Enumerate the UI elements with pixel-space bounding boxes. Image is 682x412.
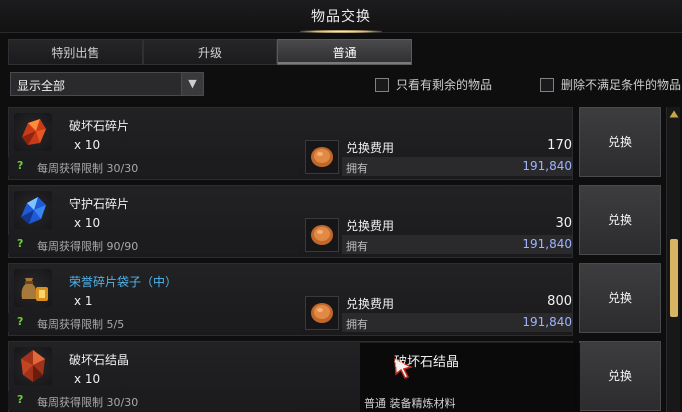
item-name: 破坏石碎片 [69, 119, 130, 133]
item-name: 守护石碎片 [69, 197, 130, 211]
red-crystal-fragment-icon [14, 113, 52, 151]
exchange-button[interactable]: 兑换 [579, 263, 661, 333]
item-tooltip: 破坏石结晶 普通 装备精炼材料 [360, 343, 580, 412]
owned-amount: 191,840 [522, 315, 572, 329]
exchange-button[interactable]: 兑换 [579, 185, 661, 255]
owned-amount: 191,840 [522, 237, 572, 251]
exchange-button[interactable]: 兑换 [579, 341, 661, 411]
owned-amount: 191,840 [522, 159, 572, 173]
weekly-limit: 每周获得限制 30/30 [37, 162, 139, 175]
owned-label: 拥有 [346, 162, 368, 175]
blue-crystal-fragment-icon [14, 191, 52, 229]
coin-currency-icon [305, 140, 339, 174]
item-quantity: x 10 [74, 138, 101, 152]
item-name: 破坏石结晶 [69, 353, 130, 367]
checkbox-box[interactable] [540, 77, 554, 92]
weekly-limit: 每周获得限制 5/5 [37, 318, 125, 331]
title-glow-decoration [300, 30, 382, 33]
exchange-cost-label: 兑换费用 [346, 297, 395, 311]
hide-unmet-checkbox[interactable]: 删除不满足条件的物品 [540, 76, 681, 93]
help-question-icon[interactable]: ? [17, 159, 23, 172]
display-filter-dropdown[interactable]: 显示全部 ▼ [10, 72, 204, 96]
exchange-cost: 170 [547, 138, 572, 153]
help-question-icon[interactable]: ? [17, 237, 23, 250]
tooltip-subtitle: 普通 装备精炼材料 [364, 397, 456, 410]
item-quantity: x 10 [74, 372, 101, 386]
coin-currency-icon [305, 296, 339, 330]
exchange-cost-label: 兑换费用 [346, 141, 395, 155]
help-question-icon[interactable]: ? [17, 393, 23, 406]
exchange-cost: 30 [555, 216, 572, 231]
tab-upgrade[interactable]: 升级 [142, 39, 278, 65]
list-item: 荣誉碎片袋子（中） x 1 ? 每周获得限制 5/5 兑换费用 800 拥有 1… [8, 263, 664, 336]
list-item: 破坏石碎片 x 10 ? 每周获得限制 30/30 兑换费用 170 拥有 19… [8, 107, 664, 180]
display-filter-value: 显示全部 [17, 79, 66, 93]
owned-label: 拥有 [346, 318, 368, 331]
list-scrollbar[interactable] [666, 107, 680, 412]
item-quantity: x 1 [74, 294, 93, 308]
tab-normal[interactable]: 普通 [277, 39, 413, 65]
window-title: 物品交换 [311, 9, 371, 25]
filter-bar: 显示全部 ▼ 只看有剩余的物品 删除不满足条件的物品 [8, 70, 682, 100]
weekly-limit: 每周获得限制 90/90 [37, 240, 139, 253]
scroll-up-arrow-icon[interactable] [669, 110, 679, 118]
item-name: 荣誉碎片袋子（中） [69, 275, 178, 289]
honor-shard-pouch-icon [14, 269, 52, 307]
checkbox-box[interactable] [375, 77, 389, 92]
tab-bar: 特别出售 升级 普通 [8, 39, 413, 65]
hide-unmet-label: 删除不满足条件的物品 [561, 78, 682, 92]
tooltip-title: 破坏石结晶 [394, 355, 460, 370]
help-question-icon[interactable]: ? [17, 315, 23, 328]
exchange-cost-label: 兑换费用 [346, 219, 395, 233]
exchange-button[interactable]: 兑换 [579, 107, 661, 177]
item-quantity: x 10 [74, 216, 101, 230]
remaining-only-label: 只看有剩余的物品 [396, 78, 493, 92]
weekly-limit: 每周获得限制 30/30 [37, 396, 139, 409]
scrollbar-thumb[interactable] [670, 239, 678, 317]
chevron-down-icon[interactable]: ▼ [181, 73, 203, 95]
remaining-only-checkbox[interactable]: 只看有剩余的物品 [375, 76, 492, 93]
tab-special-sale[interactable]: 特别出售 [8, 39, 143, 65]
window-title-bar: 物品交换 [0, 0, 682, 33]
red-crystal-icon [14, 347, 52, 385]
exchange-cost: 800 [547, 294, 572, 309]
list-item: 守护石碎片 x 10 ? 每周获得限制 90/90 兑换费用 30 拥有 191… [8, 185, 664, 258]
coin-currency-icon [305, 218, 339, 252]
owned-label: 拥有 [346, 240, 368, 253]
